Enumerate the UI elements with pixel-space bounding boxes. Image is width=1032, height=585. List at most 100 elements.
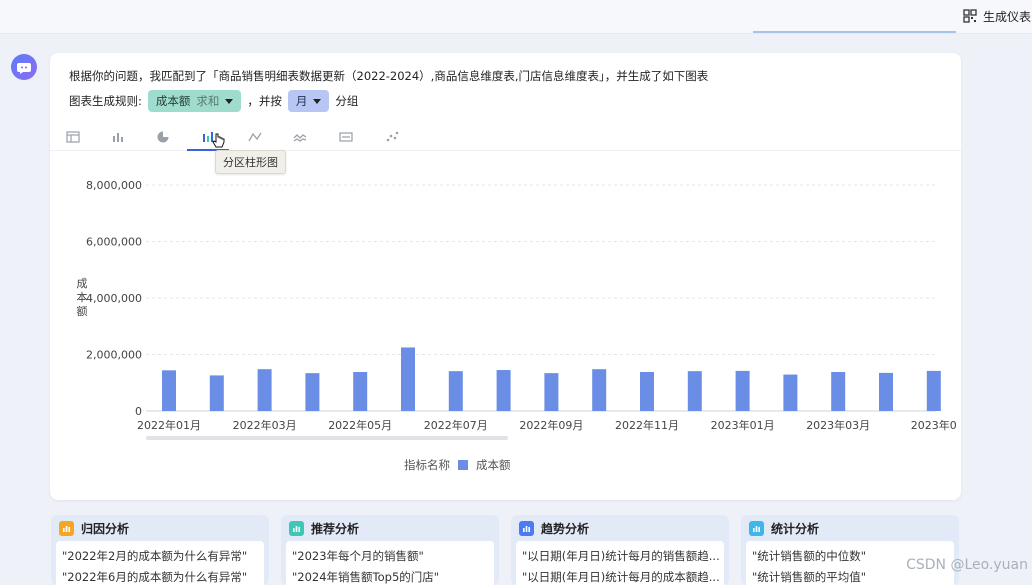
suggestion-card-1: 归因分析 "2022年2月的成本额为什么有异常" "2022年6月的成本额为什么有异…	[51, 515, 269, 585]
suggestion-card-title: 趋势分析	[541, 521, 590, 536]
tab-bar-chart[interactable]	[103, 127, 133, 147]
tab-line-chart[interactable]	[240, 127, 270, 147]
suggestion-card-3: 趋势分析 "以日期(年月日)统计每月的销售额趋... "以日期(年月日)统计每月的成…	[511, 515, 729, 585]
suggested-question[interactable]: "以日期(年月日)统计每月的销售额趋...	[522, 548, 720, 564]
bar	[305, 373, 320, 411]
y-axis-label-char: 额	[77, 305, 88, 318]
suggestion-list: "2022年2月的成本额为什么有异常" "2022年6月的成本额为什么有异常"	[56, 541, 264, 585]
legend-swatch	[458, 460, 468, 470]
legend-item-label[interactable]: 成本额	[476, 457, 511, 473]
tab-indicator-card[interactable]	[331, 127, 361, 147]
dimension-selector[interactable]: 月	[287, 90, 330, 112]
x-tick-label: 2022年03月	[233, 418, 297, 432]
bar	[401, 347, 415, 411]
x-tick-label: 2022年01月	[137, 418, 201, 432]
suggestion-card-title: 推荐分析	[311, 521, 360, 536]
tab-area-chart[interactable]	[285, 127, 315, 147]
y-tick-label: 0	[135, 405, 142, 418]
answer-intro-text: 根据你的问题，我匹配到了「商品销售明细表数据更新（2022-2024）,商品信息…	[69, 69, 709, 83]
x-tick-label: 2022年09月	[519, 418, 583, 432]
suggestion-card-header: 统计分析	[749, 520, 819, 536]
suggested-question[interactable]: "2024年销售额Top5的门店"	[292, 569, 439, 585]
suggestion-card-title: 统计分析	[771, 521, 820, 536]
x-tick-label: 2023年0	[911, 418, 957, 432]
suggestion-card-title: 归因分析	[81, 521, 130, 536]
partition-bar-chart: 0 2,000,000 4,000,000 6,000,000 8,000,000 成本额…	[77, 179, 957, 432]
y-tick-label: 8,000,000	[86, 179, 142, 192]
bar	[544, 373, 559, 411]
bar	[640, 372, 654, 411]
rule-connector: ，并按	[247, 94, 282, 108]
line-chart-icon	[248, 132, 262, 142]
suggestion-card-4: 统计分析 "统计销售额的中位数" "统计销售额的平均值"	[741, 515, 959, 585]
suggested-question[interactable]: "统计销售额的中位数"	[752, 548, 866, 564]
suggested-question[interactable]: "2022年2月的成本额为什么有异常"	[62, 548, 247, 564]
bar	[257, 369, 272, 411]
x-tick-label: 2022年11月	[615, 418, 679, 432]
answer-card: 根据你的问题，我匹配到了「商品销售明细表数据更新（2022-2024）,商品信息…	[50, 53, 961, 500]
suggestion-card-header: 趋势分析	[519, 520, 589, 536]
dashboard-icon	[963, 9, 977, 23]
suggestion-list: "2023年每个月的销售额" "2024年销售额Top5的门店"	[286, 541, 494, 585]
chart-legend: 指标名称 成本额	[404, 457, 511, 473]
table-icon	[66, 131, 80, 143]
bar	[353, 372, 368, 411]
suggestion-card-header: 归因分析	[59, 520, 129, 536]
suggested-question[interactable]: "以日期(年月日)统计每月的成本额趋...	[522, 569, 720, 585]
suggestion-list: "以日期(年月日)统计每月的销售额趋... "以日期(年月日)统计每月的成本额趋.…	[516, 541, 724, 585]
bar	[687, 371, 702, 411]
dimension-name: 月	[295, 94, 308, 108]
y-tick-label: 6,000,000	[86, 236, 142, 249]
tab-scatter-chart[interactable]	[377, 127, 407, 147]
metric-name: 成本额	[155, 94, 191, 108]
assistant-avatar	[11, 54, 37, 80]
bar	[496, 370, 511, 411]
input-underline	[753, 31, 956, 33]
pointer-cursor-icon	[212, 133, 225, 148]
x-tick-label: 2022年05月	[328, 418, 392, 432]
suggestion-card-header: 推荐分析	[289, 520, 359, 536]
indicator-card-icon	[339, 132, 353, 142]
tab-table[interactable]	[58, 127, 88, 147]
legend-title: 指标名称	[404, 458, 450, 472]
trend-icon	[519, 520, 534, 536]
metric-aggregation: 求和	[196, 94, 220, 108]
recommend-icon	[289, 520, 304, 536]
y-axis-label-char: 本	[77, 290, 88, 304]
x-tick-label: 2023年01月	[711, 418, 775, 432]
chevron-down-icon	[225, 98, 234, 104]
suggested-question[interactable]: "统计销售额的平均值"	[752, 569, 866, 585]
y-tick-label: 2,000,000	[86, 349, 142, 362]
area-chart-icon	[293, 134, 307, 142]
chart-horizontal-scrollbar[interactable]	[146, 436, 508, 440]
bar	[592, 369, 607, 411]
scatter-chart-icon	[386, 131, 399, 142]
bar	[926, 370, 941, 411]
top-bar: 生成仪表	[0, 0, 1032, 34]
bar	[448, 371, 463, 411]
y-axis-label-char: 成	[77, 277, 88, 290]
generate-dashboard-button[interactable]: 生成仪表	[963, 6, 1031, 26]
x-tick-label: 2023年03月	[806, 418, 870, 432]
tab-pie-chart[interactable]	[148, 127, 178, 147]
y-tick-label: 4,000,000	[86, 292, 142, 305]
warning-icon	[59, 520, 74, 536]
generate-dashboard-label: 生成仪表	[983, 9, 1032, 24]
rule-label: 图表生成规则:	[69, 94, 142, 108]
chevron-down-icon	[313, 98, 322, 104]
bar-chart-icon	[113, 133, 123, 142]
chart-rule-row: 图表生成规则: 成本额 求和 ，并按 月 分组	[69, 90, 358, 112]
bar	[209, 375, 224, 411]
metric-selector[interactable]: 成本额 求和	[147, 90, 242, 112]
watermark: CSDN @Leo.yuan	[906, 557, 1028, 573]
chart-type-tabs	[50, 123, 961, 151]
suggested-question[interactable]: "2023年每个月的销售额"	[292, 548, 424, 564]
suggested-question[interactable]: "2022年6月的成本额为什么有异常"	[62, 569, 247, 585]
x-tick-label: 2022年07月	[424, 418, 488, 432]
pie-chart-icon	[157, 131, 169, 143]
bar	[783, 374, 798, 411]
bar	[162, 370, 176, 411]
statistics-icon	[749, 520, 764, 536]
chatbot-icon	[17, 63, 31, 74]
bar	[879, 372, 893, 411]
